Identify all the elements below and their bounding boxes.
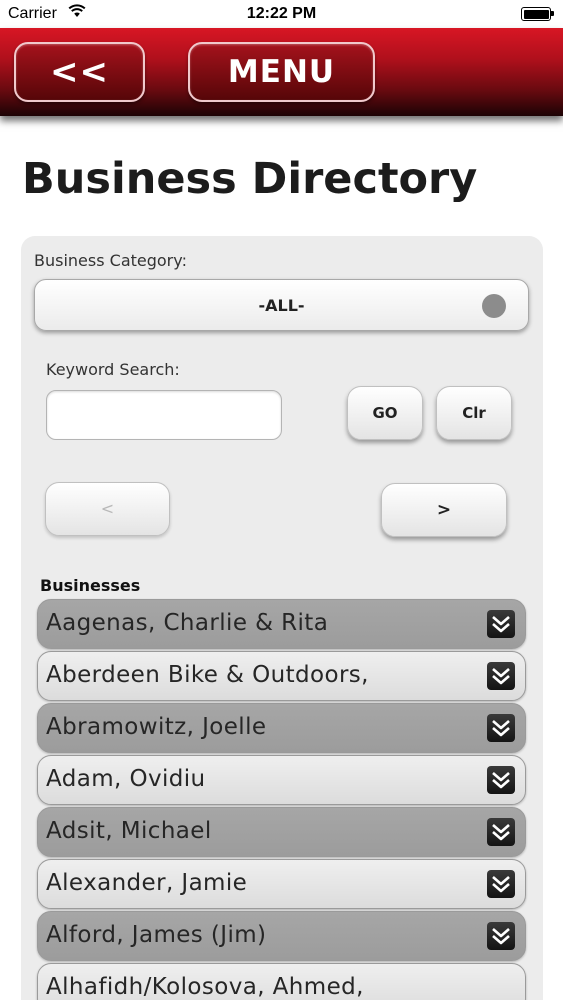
business-name: Adsit, Michael (46, 818, 212, 844)
keyword-label: Keyword Search: (46, 360, 180, 379)
list-item[interactable]: Adsit, Michael (37, 807, 526, 857)
chevron-down-icon[interactable] (487, 662, 515, 690)
list-item[interactable]: Abramowitz, Joelle (37, 703, 526, 753)
next-page-button[interactable]: > (381, 483, 507, 537)
status-bar: Carrier 12:22 PM (0, 0, 563, 28)
business-name: Adam, Ovidiu (46, 766, 206, 792)
chevron-down-icon[interactable] (487, 870, 515, 898)
chevron-down-icon[interactable] (487, 766, 515, 794)
clear-button[interactable]: Clr (436, 386, 512, 440)
battery-icon (521, 7, 554, 21)
keyword-search-input[interactable] (46, 390, 282, 440)
previous-page-button[interactable]: < (45, 482, 170, 536)
business-name: Aagenas, Charlie & Rita (46, 610, 329, 636)
go-button[interactable]: GO (347, 386, 423, 440)
business-list: Aagenas, Charlie & Rita Aberdeen Bike & … (37, 599, 526, 1000)
list-item[interactable]: Adam, Ovidiu (37, 755, 526, 805)
back-button[interactable]: << (14, 42, 145, 102)
chevron-down-icon[interactable] (487, 610, 515, 638)
header-bar: << MENU (0, 28, 563, 116)
chevron-down-icon[interactable] (487, 922, 515, 950)
page-title: Business Directory (22, 154, 478, 204)
list-item[interactable]: Alhafidh/Kolosova, Ahmed, (37, 963, 526, 1000)
business-name: Abramowitz, Joelle (46, 714, 267, 740)
chevron-down-icon[interactable] (487, 714, 515, 742)
menu-button[interactable]: MENU (188, 42, 375, 102)
list-item[interactable]: Aberdeen Bike & Outdoors, (37, 651, 526, 701)
category-label: Business Category: (34, 251, 187, 270)
category-select[interactable]: -ALL- (34, 279, 529, 331)
business-name: Alexander, Jamie (46, 870, 248, 896)
business-name: Aberdeen Bike & Outdoors, (46, 662, 369, 688)
chevron-down-icon[interactable] (487, 818, 515, 846)
businesses-heading: Businesses (40, 576, 141, 595)
dropdown-indicator-icon (482, 294, 506, 318)
list-item[interactable]: Alford, James (Jim) (37, 911, 526, 961)
business-name: Alford, James (Jim) (46, 922, 267, 948)
list-item[interactable]: Aagenas, Charlie & Rita (37, 599, 526, 649)
category-value: -ALL- (258, 296, 305, 315)
list-item[interactable]: Alexander, Jamie (37, 859, 526, 909)
business-name: Alhafidh/Kolosova, Ahmed, (46, 974, 364, 1000)
clock: 12:22 PM (246, 5, 317, 22)
